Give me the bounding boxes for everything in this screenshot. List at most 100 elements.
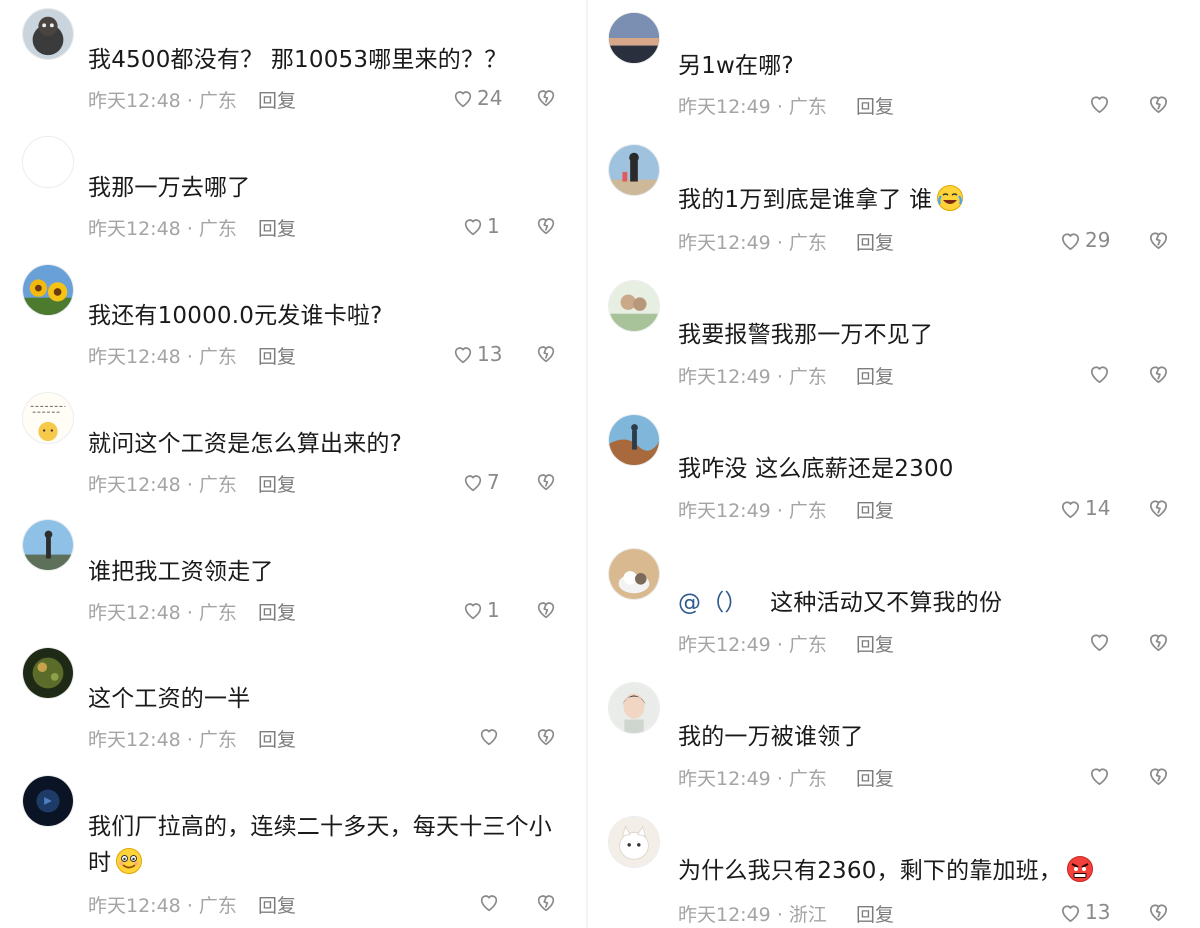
like-button[interactable] [1088,764,1114,787]
reply-button[interactable]: 回复 [856,362,894,389]
comment-time: 昨天12:48 [88,90,181,112]
user-avatar[interactable] [22,519,74,571]
meta-separator: · [186,895,193,917]
user-avatar[interactable] [608,682,660,734]
broken-heart-icon [1149,232,1168,249]
heart-icon [1061,904,1080,922]
like-count: 1 [487,598,500,622]
heart-icon [1090,366,1109,384]
heart-icon [1090,634,1109,652]
dislike-button[interactable] [1147,362,1170,385]
like-button[interactable] [1088,630,1114,653]
user-avatar[interactable] [608,816,660,868]
comment-region: 广东 [198,90,237,112]
comment-region: 浙江 [788,904,827,926]
comment-column-right: 另1w在哪? 昨天12:49 · 广东 回复 我的1万到底是谁拿了 谁 昨天12… [588,0,1200,928]
reply-button[interactable]: 回复 [856,496,894,523]
user-avatar[interactable] [22,647,74,699]
like-button[interactable]: 14 [1059,496,1110,520]
comment-text-body [748,590,771,616]
comment-meta: 昨天12:49 · 广东 [678,630,827,657]
reply-button[interactable]: 回复 [258,214,296,241]
dislike-button[interactable] [535,598,557,620]
comment-time: 昨天12:49 [678,500,771,522]
comment-time: 昨天12:48 [88,602,181,624]
reply-button[interactable]: 回复 [856,900,894,927]
comment-region: 广东 [198,218,237,240]
like-button[interactable]: 29 [1059,228,1110,252]
heart-icon [1090,96,1109,114]
dislike-button[interactable] [535,470,557,492]
comment-text: 谁把我工资领走了 [88,559,274,585]
smiling-emoji-icon [116,848,143,874]
comment-text: 为什么我只有2360，剩下的靠加班， [678,853,1094,889]
comment-region: 广东 [788,366,827,388]
reply-button[interactable]: 回复 [258,470,296,497]
heart-icon [480,895,498,912]
user-avatar[interactable] [22,392,74,444]
reply-button[interactable]: 回复 [258,342,296,369]
reply-button[interactable]: 回复 [258,891,296,918]
user-avatar[interactable] [608,414,660,466]
user-avatar[interactable] [608,144,660,196]
user-avatar[interactable] [22,775,74,827]
comment-text: @（） 这种活动又不算我的份 [678,585,1002,621]
like-button[interactable] [1088,92,1114,115]
dislike-button[interactable] [1147,630,1170,653]
like-button[interactable] [478,725,503,747]
comment-text-body: 为什么我只有2360，剩下的靠加班， [678,858,1063,884]
comment-text: 我咋没 这么底薪还是2300 [678,456,954,482]
comment-text: 我还有10000.0元发谁卡啦? [88,303,383,329]
dislike-button[interactable] [1147,228,1170,251]
like-button[interactable]: 13 [1059,900,1110,924]
broken-heart-icon [537,346,555,363]
reply-button[interactable]: 回复 [258,725,296,752]
comment-time: 昨天12:49 [678,366,771,388]
like-button[interactable]: 7 [462,470,500,494]
reply-button[interactable]: 回复 [856,764,894,791]
like-button[interactable]: 1 [462,598,500,622]
dislike-button[interactable] [535,342,557,364]
comment-meta: 昨天12:49 · 广东 [678,92,827,119]
reply-button[interactable]: 回复 [856,630,894,657]
like-button[interactable]: 1 [462,214,500,238]
dislike-button[interactable] [1147,496,1170,519]
dislike-button[interactable] [1147,764,1170,787]
user-avatar[interactable] [22,8,74,60]
like-button[interactable]: 13 [452,342,502,366]
user-avatar[interactable] [608,548,660,600]
like-button[interactable] [478,891,503,913]
comment-time: 昨天12:48 [88,895,181,917]
user-mention-link[interactable]: @（） [678,590,748,616]
comment-text: 我要报警我那一万不见了 [678,322,934,348]
comment-meta: 昨天12:49 · 广东 [678,496,827,523]
comment-text: 另1w在哪? [678,53,794,79]
meta-separator: · [186,346,193,368]
dislike-button[interactable] [535,86,557,108]
heart-icon [464,475,482,492]
user-avatar[interactable] [608,12,660,64]
reply-button[interactable]: 回复 [856,92,894,119]
reply-button[interactable]: 回复 [856,228,894,255]
comment-region: 广东 [198,602,237,624]
meta-separator: · [776,96,783,118]
dislike-button[interactable] [1147,900,1170,923]
like-count: 7 [487,470,500,494]
like-button[interactable]: 24 [452,86,502,110]
dislike-button[interactable] [535,214,557,236]
like-button[interactable] [1088,362,1114,385]
reply-button[interactable]: 回复 [258,86,296,113]
like-count: 14 [1085,496,1111,520]
comment-time: 昨天12:48 [88,474,181,496]
comment-meta: 昨天12:48 · 广东 [88,891,237,918]
user-avatar[interactable] [22,136,74,188]
comment-time: 昨天12:48 [88,729,181,751]
dislike-button[interactable] [535,725,557,747]
comment-meta: 昨天12:48 · 广东 [88,214,237,241]
user-avatar[interactable] [608,280,660,332]
dislike-button[interactable] [1147,92,1170,115]
dislike-button[interactable] [535,891,557,913]
user-avatar[interactable] [22,264,74,316]
broken-heart-icon [537,729,555,746]
reply-button[interactable]: 回复 [258,598,296,625]
